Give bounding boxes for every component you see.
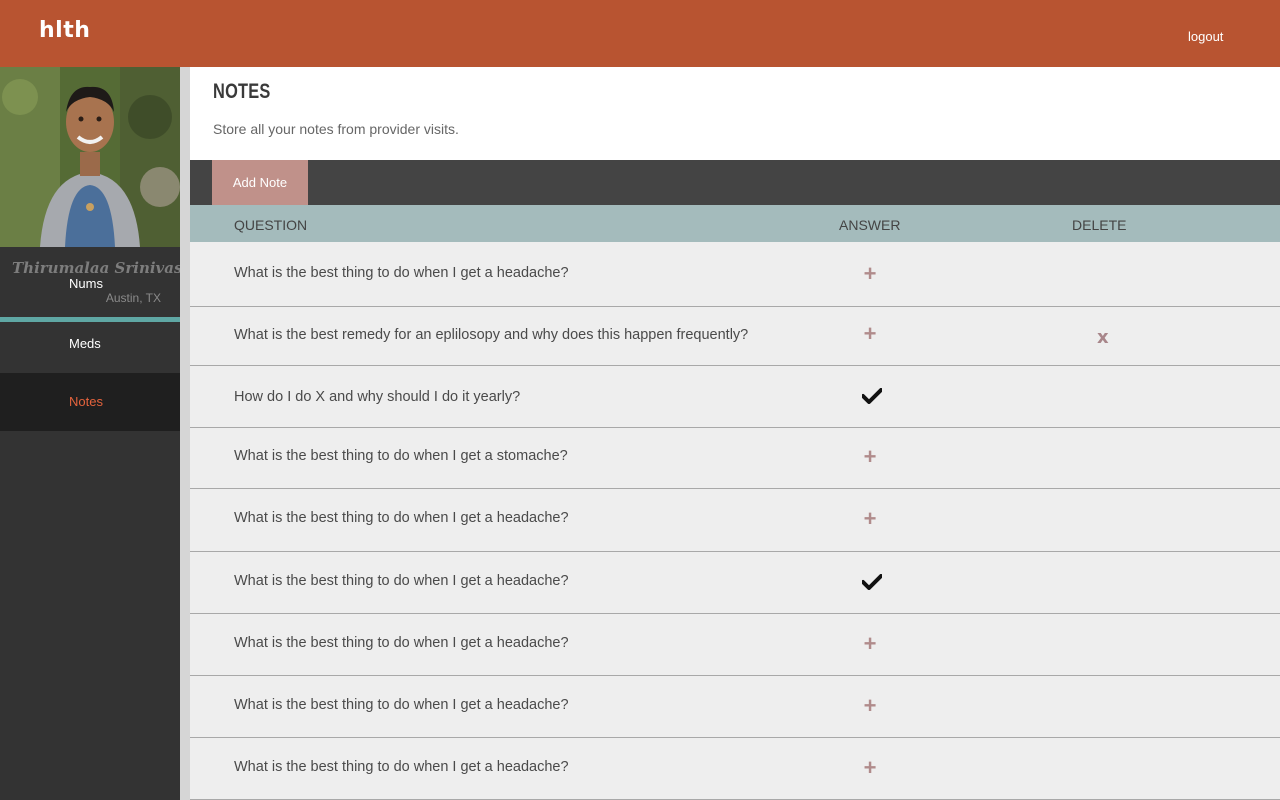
sidebar-item-label: Meds	[69, 336, 101, 351]
page-subtitle: Store all your notes from provider visit…	[213, 121, 459, 137]
question-text: What is the best thing to do when I get …	[234, 635, 569, 651]
table-header: QUESTION ANSWER DELETE	[190, 205, 1280, 242]
plus-icon[interactable]: +	[862, 695, 878, 717]
logout-link[interactable]: logout	[1188, 29, 1223, 44]
delete-button[interactable]: x	[1097, 327, 1109, 348]
content-gutter	[180, 67, 190, 800]
table-row: What is the best thing to do when I get …	[190, 552, 1280, 614]
sidebar: Thirumalaa Srinivas Austin, TX	[0, 67, 182, 800]
column-header-answer: ANSWER	[839, 217, 901, 233]
column-header-delete: DELETE	[1072, 217, 1127, 233]
table-row: What is the best thing to do when I get …	[190, 614, 1280, 676]
table-row: What is the best thing to do when I get …	[190, 738, 1280, 800]
plus-icon[interactable]: +	[862, 323, 878, 345]
question-text: What is the best thing to do when I get …	[234, 697, 569, 713]
page-header: NOTES Store all your notes from provider…	[190, 67, 1280, 160]
question-text: What is the best thing to do when I get …	[234, 265, 569, 281]
top-bar: hlth logout	[0, 0, 1280, 67]
sidebar-item-nums[interactable]: Nums	[0, 255, 180, 313]
page-title: NOTES	[213, 80, 271, 103]
question-text: What is the best thing to do when I get …	[234, 510, 569, 526]
toolbar: Add Note	[190, 160, 1280, 205]
table-row: What is the best thing to do when I get …	[190, 676, 1280, 738]
check-icon[interactable]	[861, 574, 883, 590]
plus-icon[interactable]: +	[862, 263, 878, 285]
brand-logo[interactable]: hlth	[39, 18, 90, 43]
plus-icon[interactable]: +	[862, 508, 878, 530]
table-row: How do I do X and why should I do it yea…	[190, 366, 1280, 428]
plus-icon[interactable]: +	[862, 633, 878, 655]
question-text: What is the best thing to do when I get …	[234, 448, 568, 464]
table-row: What is the best remedy for an eplilosop…	[190, 307, 1280, 366]
question-text: How do I do X and why should I do it yea…	[234, 389, 521, 405]
table-row: What is the best thing to do when I get …	[190, 428, 1280, 489]
sidebar-item-label: Nums	[69, 276, 103, 291]
question-text: What is the best thing to do when I get …	[234, 759, 569, 775]
question-text: What is the best thing to do when I get …	[234, 573, 569, 589]
avatar	[0, 67, 180, 247]
sidebar-item-notes[interactable]: Notes	[0, 373, 180, 431]
question-text: What is the best remedy for an eplilosop…	[234, 327, 749, 343]
table-row: What is the best thing to do when I get …	[190, 242, 1280, 307]
plus-icon[interactable]: +	[862, 446, 878, 468]
column-header-question: QUESTION	[234, 217, 308, 233]
sidebar-item-label: Notes	[69, 394, 103, 409]
table-row: What is the best thing to do when I get …	[190, 489, 1280, 552]
plus-icon[interactable]: +	[862, 757, 878, 779]
add-note-button[interactable]: Add Note	[212, 160, 308, 205]
sidebar-item-meds[interactable]: Meds	[0, 315, 180, 373]
check-icon[interactable]	[861, 388, 883, 404]
